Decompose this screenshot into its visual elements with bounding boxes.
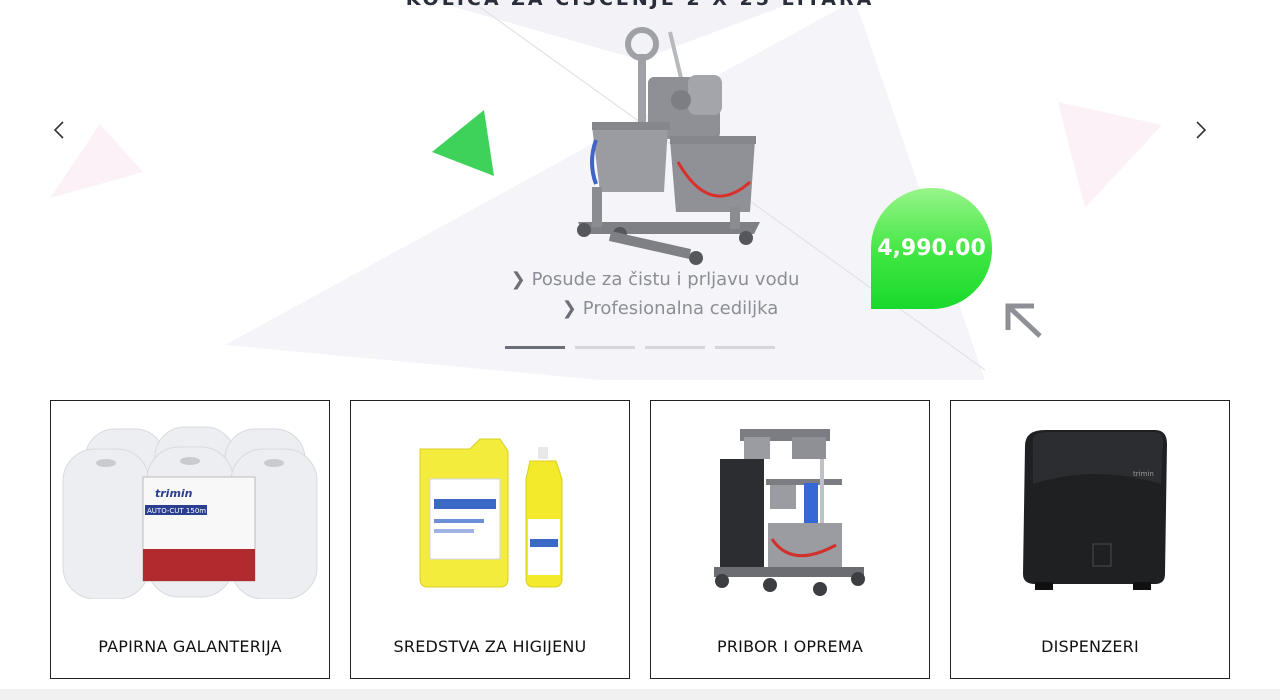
svg-text:trimin: trimin [1133, 470, 1154, 478]
paper-towel-rolls-image: trimin AUTO-CUT 150m [51, 401, 329, 616]
slider-prev-button[interactable] [42, 112, 78, 148]
feature-list: ❯ Posude za čistu i prljavu vodu ❯ Profesi… [0, 268, 1280, 326]
arrow-up-left-icon [1005, 303, 1042, 338]
svg-text:trimin: trimin [155, 487, 193, 500]
category-card-papirna-galanterija[interactable]: trimin AUTO-CUT 150m PAPIRNA GALANTERIJA [50, 400, 330, 679]
svg-text:AUTO-CUT 150m: AUTO-CUT 150m [147, 507, 206, 515]
chevron-right-icon [1196, 121, 1207, 139]
chevron-right-icon: ❯ [510, 269, 526, 290]
slider-pagination [505, 346, 775, 349]
cleaning-trolley-image [651, 401, 929, 616]
footer-strip [0, 689, 1280, 700]
feature-item: ❯ Posude za čistu i prljavu vodu [510, 269, 800, 290]
feature-item: ❯ Profesionalna cediljka [561, 298, 779, 319]
category-card-pribor-i-oprema[interactable]: PRIBOR I OPREMA [650, 400, 930, 679]
category-label: PRIBOR I OPREMA [717, 637, 863, 656]
category-card-sredstva-za-higijenu[interactable]: SREDSTVA ZA HIGIJENU [350, 400, 630, 679]
chevron-right-icon: ❯ [561, 298, 577, 319]
mop-trolley-image [577, 27, 760, 265]
page: KOLICA ZA ČIŠĆENJE 2 X 25 LITARA [0, 0, 1280, 700]
hero-slider: KOLICA ZA ČIŠĆENJE 2 X 25 LITARA [0, 0, 1280, 380]
slider-dot-3[interactable] [645, 346, 705, 349]
category-label: PAPIRNA GALANTERIJA [98, 637, 282, 656]
cleaning-detergent-image [351, 401, 629, 616]
chevron-left-icon [53, 121, 64, 139]
price-badge: 4,990.00 [871, 188, 992, 309]
category-label: DISPENZERI [1041, 637, 1139, 656]
category-label: SREDSTVA ZA HIGIJENU [393, 637, 587, 656]
category-grid: trimin AUTO-CUT 150m PAPIRNA GALANTERIJA [50, 400, 1230, 679]
green-triangle [432, 110, 494, 176]
slide-title: KOLICA ZA ČIŠĆENJE 2 X 25 LITARA [0, 0, 1280, 10]
slider-dot-2[interactable] [575, 346, 635, 349]
slider-dot-4[interactable] [715, 346, 775, 349]
slider-dot-1[interactable] [505, 346, 565, 349]
category-card-dispenzeri[interactable]: trimin DISPENZERI [950, 400, 1230, 679]
price-text: 4,990.00 [877, 236, 986, 261]
towel-dispenser-image: trimin [951, 401, 1229, 616]
slider-next-button[interactable] [1182, 112, 1218, 148]
